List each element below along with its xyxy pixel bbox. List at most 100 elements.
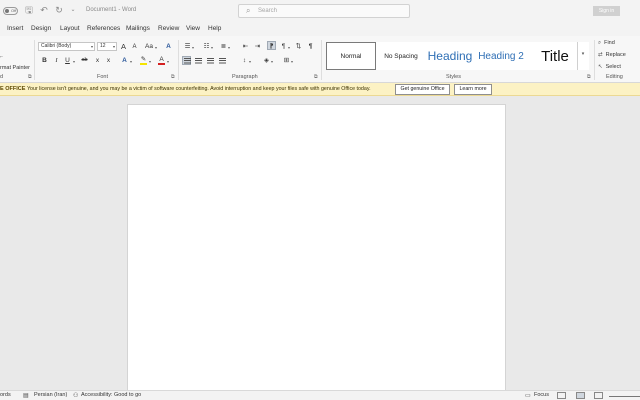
language-indicator[interactable]: Persian (Iran) (34, 392, 67, 398)
shrink-font-button[interactable]: A (130, 43, 139, 52)
style-title[interactable]: Title (530, 42, 580, 70)
highlight-color-swatch (140, 63, 147, 65)
ribbon-tabs: Insert Design Layout References Mailings… (0, 22, 640, 36)
text-effects-button[interactable]: A (120, 56, 129, 65)
style-heading[interactable]: Heading (426, 42, 474, 70)
styles-more-button[interactable]: ▾ (577, 42, 588, 70)
format-painter-button[interactable]: rmat Painter (0, 65, 30, 71)
proofing-icon[interactable]: ▤ (23, 392, 29, 399)
chevron-down-icon: ▾ (228, 45, 231, 50)
undo-icon[interactable]: ↶ (39, 5, 49, 15)
autosave-toggle[interactable]: Off (3, 7, 18, 15)
chevron-down-icon: ▾ (211, 45, 214, 50)
clipboard-group-label: d (0, 74, 4, 80)
chevron-down-icon: ▾ (581, 51, 585, 57)
style-no-spacing[interactable]: No Spacing (380, 42, 422, 70)
italic-button[interactable]: I (52, 56, 61, 65)
subscript-button[interactable]: x (93, 56, 102, 65)
strikethrough-button[interactable]: ab (80, 56, 89, 65)
customize-toolbar-icon[interactable]: ⌄ (68, 5, 78, 15)
font-launcher-icon[interactable]: ⧉ (171, 74, 175, 80)
bullets-icon[interactable]: ☰ (183, 42, 192, 51)
accessibility-icon[interactable]: ⚇ (73, 392, 78, 399)
multilevel-list-icon[interactable]: ≣ (219, 42, 228, 51)
grow-font-button[interactable]: A (119, 42, 128, 51)
select-button[interactable]: ↖ Select (598, 64, 621, 70)
license-warning-bar: E OFFICE Your license isn't genuine, and… (0, 83, 640, 96)
chevron-down-icon: ▾ (288, 45, 291, 50)
superscript-button[interactable]: x (104, 56, 113, 65)
show-formatting-marks-icon[interactable]: ¶ (306, 42, 315, 51)
paragraph-launcher-icon[interactable]: ⧉ (314, 74, 318, 80)
align-left-icon[interactable] (182, 56, 191, 65)
bold-button[interactable]: B (40, 56, 49, 65)
decrease-indent-icon[interactable]: ⇤ (241, 42, 250, 51)
change-case-button[interactable]: Aa (143, 42, 155, 51)
divider (34, 40, 35, 80)
styles-launcher-icon[interactable]: ⧉ (587, 74, 591, 80)
learn-more-button[interactable]: Learn more (454, 84, 492, 95)
get-genuine-office-button[interactable]: Get genuine Office (395, 84, 450, 95)
chevron-down-icon: ▾ (291, 59, 294, 64)
clipboard-launcher-icon[interactable]: ⧉ (28, 74, 32, 80)
find-button[interactable]: ⌕ Find (598, 40, 615, 47)
clear-formatting-button[interactable]: A (164, 42, 173, 51)
find-label: Find (604, 40, 615, 46)
chevron-down-icon: ▾ (149, 59, 152, 64)
increase-indent-icon[interactable]: ⇥ (253, 42, 262, 51)
select-cursor-icon: ↖ (598, 64, 603, 70)
select-label: Select (605, 64, 621, 70)
print-layout-icon[interactable] (576, 392, 585, 399)
focus-icon[interactable]: ▭ (525, 392, 531, 399)
line-spacing-icon[interactable]: ↕ (240, 56, 249, 65)
style-heading-2[interactable]: Heading 2 (476, 42, 526, 70)
redo-icon[interactable]: ↻ (54, 5, 64, 15)
title-bar: Off 🖫 ↶ ↻ ⌄ Document1 - Word ⌕ Search Si… (0, 0, 640, 22)
underline-button[interactable]: U (63, 56, 72, 65)
word-count[interactable]: ords (0, 392, 11, 398)
tab-design[interactable]: Design (31, 25, 51, 32)
replace-icon: ⇄ (598, 52, 603, 58)
tab-review[interactable]: Review (158, 25, 179, 32)
borders-icon[interactable]: ⊞ (282, 56, 291, 65)
font-size-value: 12 (100, 43, 106, 49)
ltr-direction-icon[interactable]: ⁋ (267, 41, 276, 50)
chevron-down-icon: ▾ (130, 59, 133, 64)
document-workspace (0, 96, 640, 394)
editing-group-label: Editing (606, 74, 623, 80)
shading-icon[interactable]: ◈ (262, 56, 271, 65)
read-mode-icon[interactable] (557, 392, 566, 399)
divider (178, 40, 179, 80)
font-size-select[interactable]: 12 ▾ (97, 42, 117, 51)
search-box[interactable]: ⌕ Search (238, 4, 410, 18)
warning-title: E OFFICE (0, 86, 26, 92)
numbering-icon[interactable]: ☷ (202, 42, 211, 51)
tab-references[interactable]: References (87, 25, 120, 32)
focus-button[interactable]: Focus (534, 392, 549, 398)
chevron-down-icon: ▾ (90, 44, 93, 49)
web-layout-icon[interactable] (594, 392, 603, 399)
sort-icon[interactable]: ⇅ (294, 42, 303, 51)
tab-layout[interactable]: Layout (60, 25, 80, 32)
tab-mailings[interactable]: Mailings (126, 25, 150, 32)
style-normal[interactable]: Normal (326, 42, 376, 70)
replace-button[interactable]: ⇄ Replace (598, 52, 626, 58)
styles-gallery: Normal No Spacing Heading Heading 2 Titl… (326, 42, 589, 70)
tab-insert[interactable]: Insert (7, 25, 23, 32)
replace-label: Replace (605, 52, 626, 58)
tab-view[interactable]: View (186, 25, 200, 32)
font-name-select[interactable]: Calibri (Body) ▾ (38, 42, 95, 51)
font-color-swatch (158, 63, 165, 65)
rtl-direction-icon[interactable]: ¶ (279, 42, 288, 51)
align-center-icon[interactable] (194, 56, 203, 65)
save-icon[interactable]: 🖫 (24, 5, 34, 15)
justify-icon[interactable] (218, 56, 227, 65)
sign-in-button[interactable]: Sign in (593, 6, 620, 16)
zoom-slider[interactable] (609, 396, 640, 397)
accessibility-status[interactable]: Accessibility: Good to go (81, 392, 141, 398)
clipboard-icon[interactable]: ⌐ (0, 54, 3, 60)
document-title: Document1 - Word (86, 7, 137, 13)
document-page[interactable] (127, 104, 506, 394)
tab-help[interactable]: Help (208, 25, 221, 32)
align-right-icon[interactable] (206, 56, 215, 65)
